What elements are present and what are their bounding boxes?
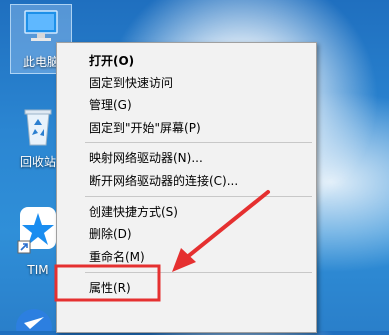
app-icon	[16, 309, 52, 335]
menu-item-pin-quick-access[interactable]: 固定到快速访问	[89, 72, 173, 94]
menu-item-delete[interactable]: 删除(D)	[89, 223, 132, 245]
tim-icon	[17, 207, 56, 254]
menu-separator	[85, 272, 312, 273]
desktop-icon-partial[interactable]	[14, 305, 54, 335]
menu-item-disconnect-drive[interactable]: 断开网络驱动器的连接(C)...	[89, 170, 238, 192]
menu-separator	[85, 142, 312, 143]
menu-item-pin-start[interactable]: 固定到"开始"屏幕(P)	[89, 117, 201, 139]
menu-separator	[85, 196, 312, 197]
recycle-bin-icon	[24, 109, 52, 146]
menu-item-rename[interactable]: 重命名(M)	[89, 246, 145, 268]
menu-item-open[interactable]: 打开(O)	[89, 50, 134, 72]
menu-item-properties[interactable]: 属性(R)	[89, 277, 131, 299]
computer-icon	[24, 10, 58, 41]
menu-item-create-shortcut[interactable]: 创建快捷方式(S)	[89, 201, 178, 223]
menu-item-manage[interactable]: 管理(G)	[89, 94, 132, 116]
context-menu: 打开(O) 固定到快速访问 管理(G) 固定到"开始"屏幕(P) 映射网络驱动器…	[56, 42, 317, 333]
menu-item-map-drive[interactable]: 映射网络驱动器(N)...	[89, 147, 203, 169]
